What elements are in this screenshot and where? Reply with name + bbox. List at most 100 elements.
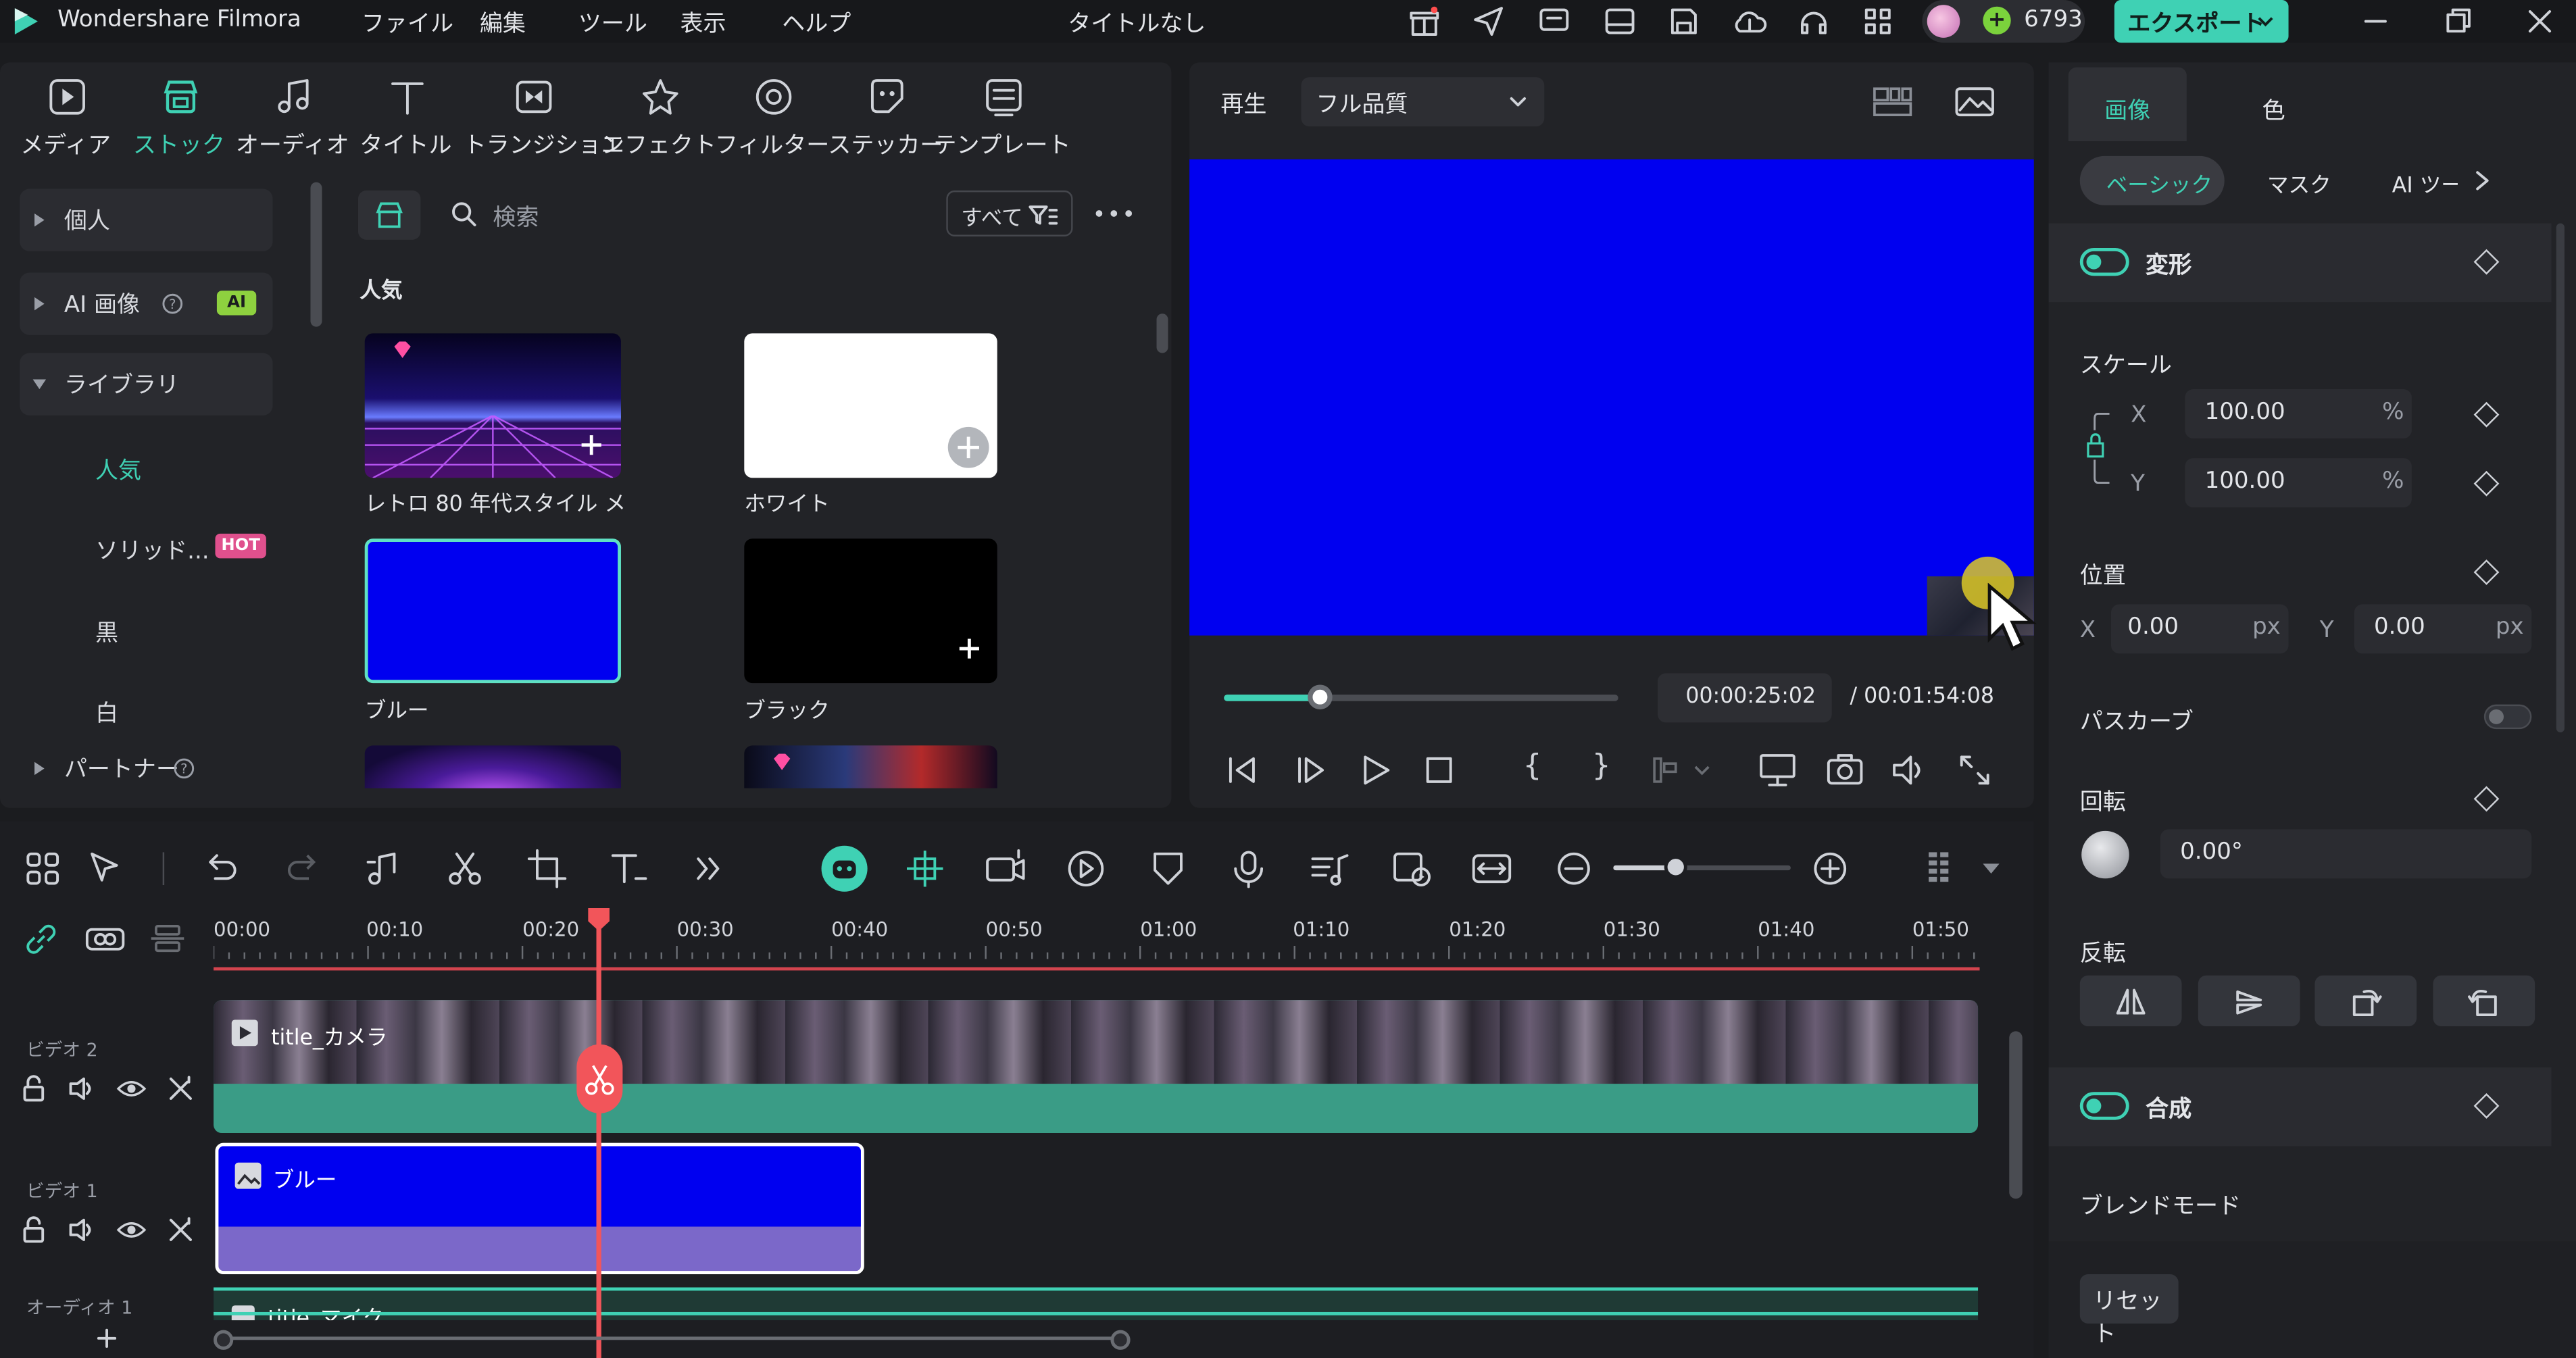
subtab-mask[interactable]: マスク bbox=[2267, 168, 2331, 199]
sidebar-scrollbar[interactable] bbox=[310, 182, 322, 327]
caret-down-icon[interactable] bbox=[1980, 861, 2003, 877]
rotate-left-button[interactable] bbox=[2433, 975, 2535, 1027]
timeline-ruler[interactable] bbox=[214, 913, 1980, 972]
audio-mixer-icon[interactable] bbox=[1306, 846, 1352, 892]
keyframe-diamond-icon[interactable] bbox=[2473, 559, 2500, 585]
save-icon[interactable] bbox=[1668, 5, 1701, 38]
keyframe-diamond-icon[interactable] bbox=[2473, 401, 2500, 428]
sidebar-item-black[interactable]: 黒 bbox=[95, 615, 118, 649]
sidebar-item-library[interactable]: ライブラリ bbox=[20, 353, 273, 416]
restore-icon[interactable] bbox=[2445, 7, 2475, 36]
preview-canvas[interactable] bbox=[1189, 159, 2037, 651]
flip-horizontal-button[interactable] bbox=[2079, 975, 2182, 1027]
tab-image[interactable]: 画像 bbox=[2068, 67, 2187, 142]
account-pill[interactable]: + 6793 bbox=[1922, 0, 2085, 43]
transform-toggle[interactable] bbox=[2079, 248, 2129, 276]
avatar[interactable] bbox=[1927, 5, 1960, 38]
playback-scrubber[interactable] bbox=[1307, 684, 1332, 709]
tool-stock[interactable]: ストック bbox=[126, 69, 232, 177]
keyframe-diamond-icon[interactable] bbox=[2473, 786, 2500, 812]
audio-edit-icon[interactable] bbox=[362, 846, 407, 892]
timeline-horizontal-scrollbar[interactable] bbox=[214, 1330, 1133, 1350]
current-time-field[interactable]: 00:00:25:02 bbox=[1658, 673, 1832, 723]
eye-icon[interactable] bbox=[116, 1074, 147, 1104]
rotation-dial[interactable] bbox=[2081, 830, 2129, 879]
zoom-in-icon[interactable] bbox=[1807, 846, 1853, 892]
mark-out-icon[interactable]: } bbox=[1592, 749, 1611, 783]
stock-home-button[interactable] bbox=[357, 190, 421, 240]
marker-shield-icon[interactable] bbox=[1145, 846, 1191, 892]
undo-icon[interactable] bbox=[199, 846, 245, 892]
add-text-icon[interactable] bbox=[605, 846, 651, 892]
tab-color[interactable]: 色 bbox=[2262, 94, 2285, 127]
speaker-icon[interactable] bbox=[68, 1074, 97, 1104]
scale-x-field[interactable]: 100.00 % bbox=[2185, 389, 2412, 438]
play-icon[interactable] bbox=[1356, 751, 1395, 790]
redo-icon[interactable] bbox=[279, 846, 325, 892]
split-scissors-icon[interactable] bbox=[442, 846, 488, 892]
ai-video-icon[interactable] bbox=[983, 846, 1029, 892]
scale-y-field[interactable]: 100.00 % bbox=[2185, 458, 2412, 508]
reset-button[interactable]: リセット bbox=[2079, 1274, 2179, 1348]
menu-tools[interactable]: ツール bbox=[578, 7, 647, 40]
crop-icon[interactable] bbox=[524, 846, 570, 892]
path-curve-toggle[interactable] bbox=[2483, 704, 2532, 730]
layout-icon[interactable] bbox=[1604, 5, 1637, 38]
send-icon[interactable] bbox=[1472, 5, 1505, 38]
stock-item-blue[interactable] bbox=[364, 538, 621, 684]
stop-icon[interactable] bbox=[1419, 751, 1458, 790]
tool-audio[interactable]: オーディオ bbox=[236, 69, 349, 177]
export-button[interactable]: エクスポート bbox=[2114, 0, 2289, 43]
sidebar-item-white[interactable]: 白 bbox=[95, 697, 118, 730]
subtab-basic[interactable]: ベーシック bbox=[2079, 155, 2225, 205]
more-options-icon[interactable] bbox=[1094, 203, 1133, 223]
quality-dropdown[interactable]: フル品質 bbox=[1301, 77, 1545, 127]
layout-grid-icon[interactable] bbox=[20, 846, 66, 892]
sidebar-item-partner[interactable]: パートナー ? bbox=[20, 737, 272, 799]
speaker-icon[interactable] bbox=[68, 1215, 97, 1245]
menu-edit[interactable]: 編集 bbox=[480, 7, 526, 40]
props-scrollbar[interactable] bbox=[2556, 223, 2565, 732]
keyframe-diamond-icon[interactable] bbox=[2473, 249, 2500, 275]
stock-item-white[interactable] bbox=[744, 333, 997, 478]
magic-wand-off-icon[interactable] bbox=[166, 1074, 196, 1104]
stock-item-burst[interactable] bbox=[744, 745, 997, 788]
track-manager-icon[interactable] bbox=[148, 920, 191, 959]
volume-icon[interactable] bbox=[1889, 751, 1929, 790]
tool-transition[interactable]: トランジション bbox=[464, 69, 624, 177]
playhead-handle-icon[interactable] bbox=[587, 907, 611, 933]
lock-icon[interactable] bbox=[20, 1215, 49, 1245]
fullscreen-icon[interactable] bbox=[1955, 751, 1994, 790]
speed-icon[interactable] bbox=[1063, 846, 1109, 892]
minimize-icon[interactable] bbox=[2362, 10, 2389, 33]
next-frame-icon[interactable] bbox=[1291, 751, 1331, 790]
zoom-slider-knob[interactable] bbox=[1664, 855, 1687, 879]
apps-grid-icon[interactable] bbox=[1861, 5, 1894, 38]
subtab-ai-tools[interactable]: AI ツー bbox=[2392, 168, 2458, 199]
composite-toggle[interactable] bbox=[2079, 1092, 2129, 1120]
headset-icon[interactable] bbox=[1798, 5, 1831, 38]
rotation-field[interactable]: 0.00° bbox=[2160, 829, 2532, 879]
menu-file[interactable]: ファイル bbox=[362, 7, 453, 40]
filter-dropdown[interactable]: すべて bbox=[946, 190, 1073, 236]
gift-icon[interactable] bbox=[1408, 5, 1441, 38]
position-x-field[interactable]: 0.00 px bbox=[2110, 604, 2289, 654]
preview-render-icon[interactable] bbox=[1388, 846, 1434, 892]
eye-icon[interactable] bbox=[116, 1215, 147, 1245]
cloud-upload-icon[interactable] bbox=[1731, 5, 1767, 38]
stock-item-tunnel[interactable] bbox=[364, 745, 621, 788]
add-circle-icon[interactable] bbox=[947, 426, 989, 468]
help-icon[interactable]: ? bbox=[161, 293, 184, 316]
stock-scrollbar[interactable] bbox=[1156, 313, 1168, 353]
microphone-icon[interactable] bbox=[1226, 846, 1272, 892]
tool-media[interactable]: メディア bbox=[13, 69, 118, 177]
zoom-out-icon[interactable] bbox=[1551, 846, 1597, 892]
track-layout-icon[interactable] bbox=[1919, 846, 1965, 892]
rotate-right-button[interactable] bbox=[2314, 975, 2417, 1027]
image-snapshot-icon[interactable] bbox=[1954, 84, 1996, 120]
messages-icon[interactable] bbox=[1538, 5, 1571, 38]
add-track-icon[interactable] bbox=[95, 1327, 118, 1350]
group-link-icon[interactable] bbox=[84, 920, 126, 959]
grid-view-icon[interactable] bbox=[1871, 84, 1914, 120]
playback-progress-track[interactable] bbox=[1224, 684, 1618, 709]
